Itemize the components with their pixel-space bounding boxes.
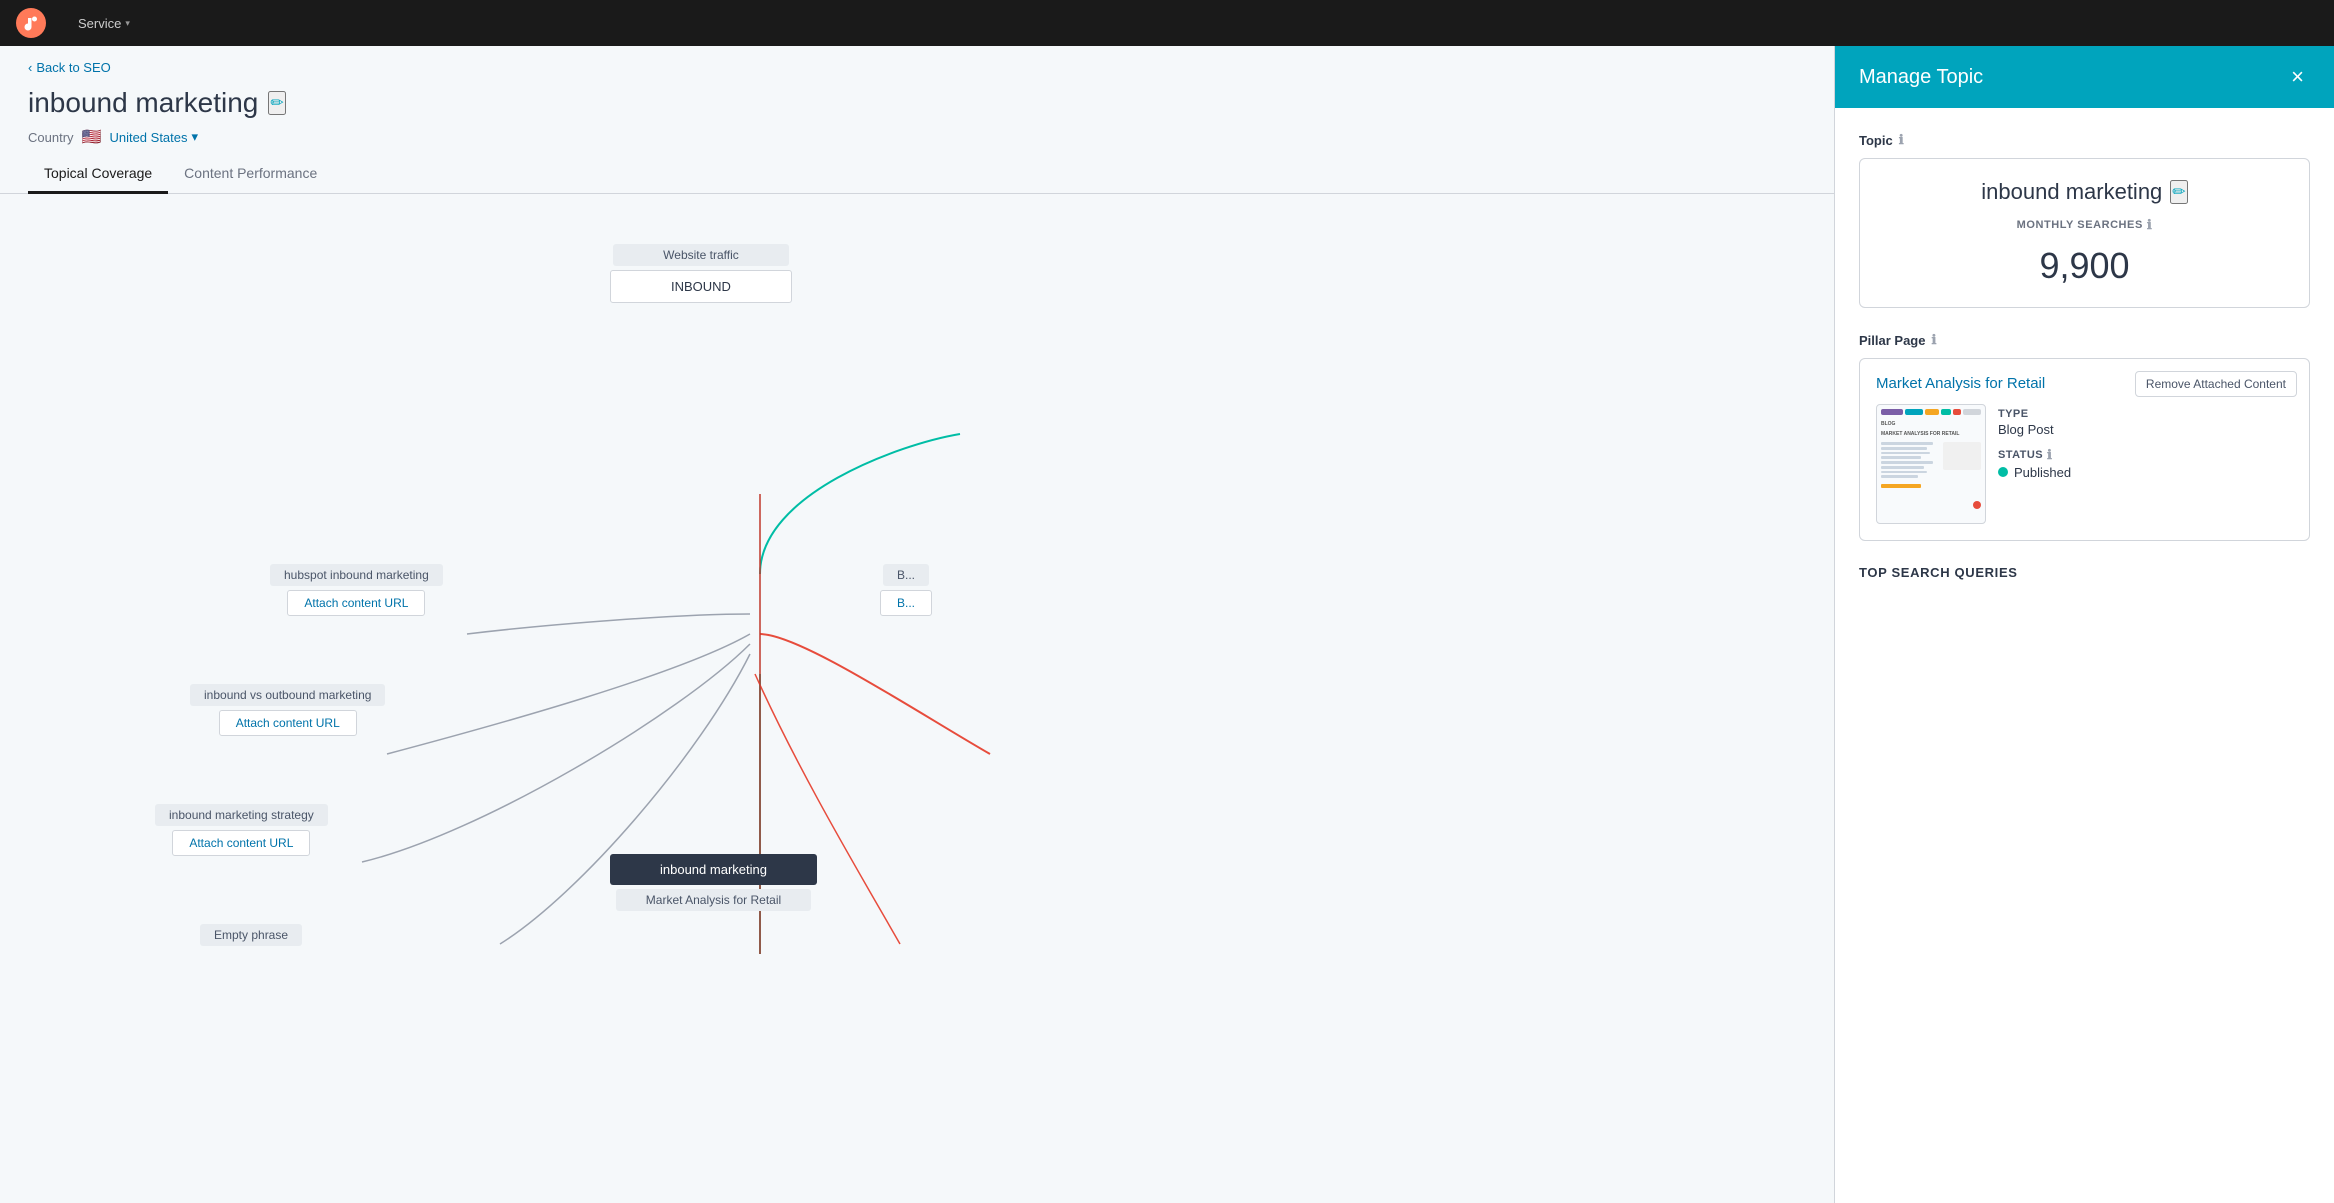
node-strategy-attach[interactable]: Attach content URL (172, 830, 310, 856)
right-panel: Manage Topic × Topic ℹ inbound marketing… (1834, 46, 2334, 1203)
center-main-node: inbound marketing Market Analysis for Re… (610, 854, 817, 911)
type-label: Type (1998, 408, 2071, 420)
remove-attached-content-button[interactable]: Remove Attached Content (2135, 371, 2297, 397)
node-b-attach: B... (880, 590, 932, 616)
type-value: Blog Post (1998, 422, 2071, 437)
panel-body: Topic ℹ inbound marketing ✏ MONTHLY SEAR… (1835, 108, 2334, 604)
status-value: Published (2014, 465, 2071, 480)
node-strategy-label: inbound marketing strategy (155, 804, 328, 826)
top-search-section: TOP SEARCH QUERIES (1859, 565, 2310, 580)
node-hubspot-attach[interactable]: Attach content URL (287, 590, 425, 616)
tabs-bar: Topical Coverage Content Performance (0, 155, 1834, 194)
node-b-label: B... (883, 564, 929, 586)
top-search-label: TOP SEARCH QUERIES (1859, 565, 2310, 580)
pillar-content-row: BLOG MARKET ANALYSIS FOR RETAIL (1876, 404, 2293, 524)
pillar-info-icon: ℹ (1931, 332, 1936, 348)
center-traffic-node: Website traffic INBOUND (610, 244, 792, 303)
market-label-box: Market Analysis for Retail (616, 889, 811, 911)
topic-section: Topic ℹ inbound marketing ✏ MONTHLY SEAR… (1859, 132, 2310, 308)
topic-info-icon: ℹ (1899, 132, 1904, 148)
us-flag-icon: 🇺🇸 (82, 127, 102, 147)
pillar-status-row: Status ℹ Published (1998, 447, 2071, 480)
empty-phrase-label: Empty phrase (200, 924, 302, 946)
chevron-left-icon: ‹ (28, 60, 32, 75)
pillar-card: Remove Attached Content Market Analysis … (1859, 358, 2310, 541)
monthly-searches-value: 9,900 (2039, 245, 2129, 287)
country-name: United States (109, 130, 187, 145)
topic-map: Website traffic INBOUND hubspot inbound … (0, 194, 1834, 1177)
main-inbound-box: inbound marketing (610, 854, 817, 885)
country-label: Country (28, 130, 74, 145)
panel-title: Manage Topic (1859, 66, 1983, 89)
top-navigation: Contacts▾Conversations▾Marketing▾Sales▾S… (0, 0, 2334, 46)
back-to-seo-link[interactable]: ‹ Back to SEO (28, 60, 1806, 75)
left-content: ‹ Back to SEO inbound marketing ✏ Countr… (0, 46, 1834, 1203)
topic-card: inbound marketing ✏ MONTHLY SEARCHES ℹ 9… (1859, 158, 2310, 308)
traffic-label: Website traffic (613, 244, 789, 266)
pillar-section: Pillar Page ℹ Remove Attached Content Ma… (1859, 332, 2310, 541)
breadcrumb-label: Back to SEO (36, 60, 110, 75)
breadcrumb-bar: ‹ Back to SEO (0, 46, 1834, 81)
country-row: Country 🇺🇸 United States ▾ (0, 119, 1834, 155)
pillar-type-row: Type Blog Post (1998, 408, 2071, 437)
pillar-section-label: Pillar Page ℹ (1859, 332, 2310, 348)
status-value-row: Published (1998, 463, 2071, 480)
node-vs-attach[interactable]: Attach content URL (219, 710, 357, 736)
nav-item-service[interactable]: Service▾ (66, 0, 205, 46)
node-hubspot-label: hubspot inbound marketing (270, 564, 443, 586)
status-label: Status ℹ (1998, 447, 2071, 463)
nav-chevron-service: ▾ (125, 18, 130, 29)
node-empty-phrase: Empty phrase (200, 924, 302, 946)
panel-header: Manage Topic × (1835, 46, 2334, 108)
tab-topical-coverage[interactable]: Topical Coverage (28, 155, 168, 194)
node-b-right: B... B... (880, 564, 932, 616)
page-title: inbound marketing (28, 87, 258, 119)
node-hubspot-inbound: hubspot inbound marketing Attach content… (270, 564, 443, 616)
panel-close-button[interactable]: × (2285, 64, 2310, 90)
topic-card-title-row: inbound marketing ✏ (1981, 179, 2187, 205)
monthly-searches-label: MONTHLY SEARCHES ℹ (2017, 217, 2153, 233)
inbound-label-box: INBOUND (610, 270, 792, 303)
page-header: inbound marketing ✏ (0, 81, 1834, 119)
pillar-thumbnail: BLOG MARKET ANALYSIS FOR RETAIL (1876, 404, 1986, 524)
main-layout: ‹ Back to SEO inbound marketing ✏ Countr… (0, 46, 2334, 1203)
node-vs-label: inbound vs outbound marketing (190, 684, 385, 706)
edit-title-button[interactable]: ✏ (268, 91, 285, 115)
hubspot-logo[interactable] (16, 8, 46, 38)
node-inbound-strategy: inbound marketing strategy Attach conten… (155, 804, 328, 856)
chevron-down-icon: ▾ (192, 129, 199, 145)
monthly-searches-info-icon: ℹ (2147, 217, 2153, 233)
node-inbound-vs: inbound vs outbound marketing Attach con… (190, 684, 385, 736)
topic-card-name: inbound marketing (1981, 179, 2162, 205)
status-info-icon: ℹ (2047, 447, 2052, 463)
topic-card-edit-button[interactable]: ✏ (2170, 180, 2187, 204)
country-selector[interactable]: United States ▾ (109, 129, 198, 145)
tab-content-performance[interactable]: Content Performance (168, 155, 333, 194)
status-dot (1998, 467, 2008, 477)
pillar-meta: Type Blog Post Status ℹ Publis (1998, 404, 2071, 524)
topic-section-label: Topic ℹ (1859, 132, 2310, 148)
